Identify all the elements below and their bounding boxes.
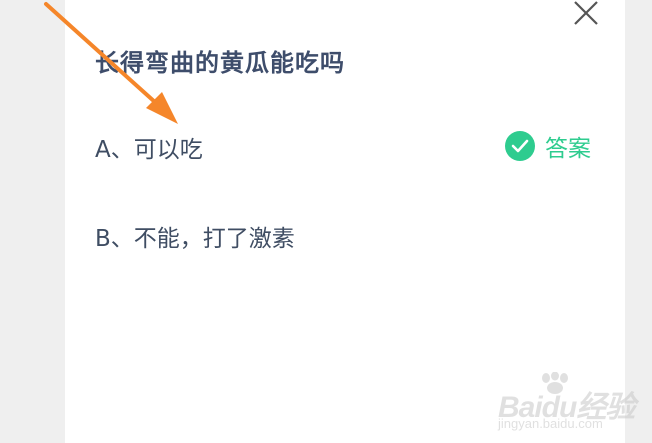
option-b[interactable]: B、不能，打了激素 bbox=[95, 219, 295, 253]
answer-label: 答案 bbox=[545, 136, 591, 162]
screen: 长得弯曲的黄瓜能吃吗 A、可以吃 B、不能，打了激素 答案 Baidu经验 ji… bbox=[0, 0, 652, 443]
close-icon bbox=[574, 1, 598, 25]
check-circle-icon bbox=[505, 131, 535, 161]
watermark: Baidu经验 jingyan.baidu.com bbox=[498, 372, 635, 440]
question-title: 长得弯曲的黄瓜能吃吗 bbox=[95, 49, 345, 77]
answer-badge: 答案 bbox=[505, 130, 591, 162]
watermark-url: jingyan.baidu.com bbox=[498, 416, 603, 431]
close-button[interactable] bbox=[570, 0, 602, 26]
option-a[interactable]: A、可以吃 bbox=[95, 130, 203, 164]
